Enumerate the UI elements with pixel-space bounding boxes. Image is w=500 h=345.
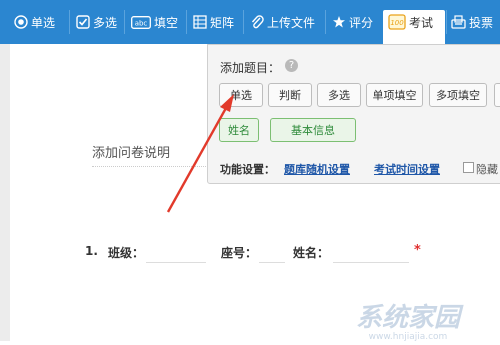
svg-text:系统家园: 系统家园 bbox=[356, 303, 464, 333]
svg-text:www.hnjiajia.com: www.hnjiajia.com bbox=[369, 332, 448, 341]
annotation-arrow bbox=[166, 94, 234, 213]
arrow-shaft bbox=[166, 107, 228, 213]
watermark-logo: 系统家园 www.hnjiajia.com bbox=[316, 296, 500, 342]
arrow-head bbox=[220, 94, 234, 112]
